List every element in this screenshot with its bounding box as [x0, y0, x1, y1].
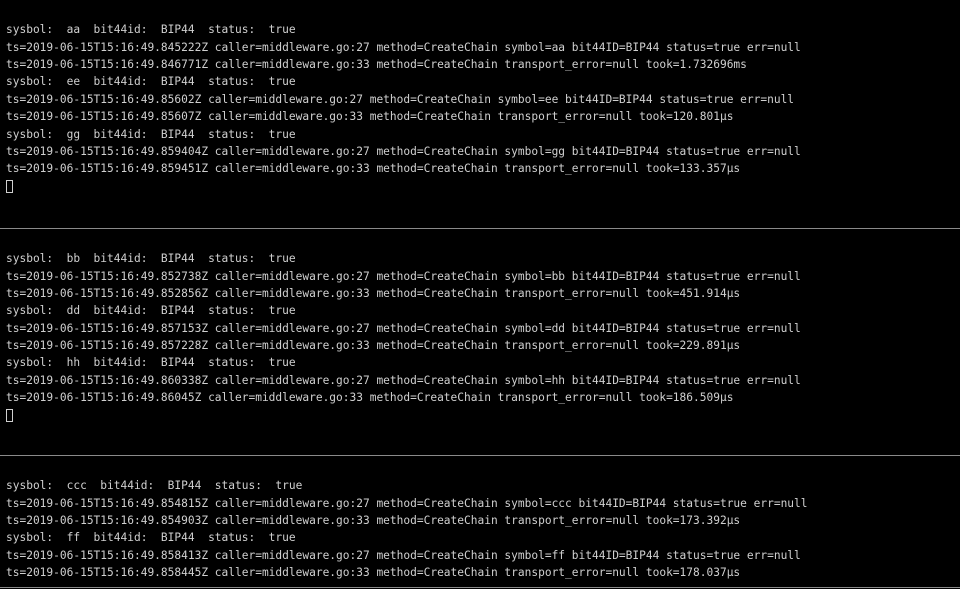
log-line: ts=2019-06-15T15:16:49.857228Z caller=mi…: [6, 339, 740, 352]
pane-gap: [0, 201, 960, 228]
log-line: ts=2019-06-15T15:16:49.860338Z caller=mi…: [6, 374, 801, 387]
terminal-pane-1[interactable]: sysbol: aa bit44id: BIP44 status: true t…: [0, 0, 960, 201]
log-line: ts=2019-06-15T15:16:49.85607Z caller=mid…: [6, 110, 733, 123]
log-line: ts=2019-06-15T15:16:49.854815Z caller=mi…: [6, 497, 808, 510]
log-line: ts=2019-06-15T15:16:49.852856Z caller=mi…: [6, 287, 740, 300]
log-line: sysbol: ee bit44id: BIP44 status: true: [6, 75, 296, 88]
log-line: ts=2019-06-15T15:16:49.854903Z caller=mi…: [6, 514, 740, 527]
log-line: ts=2019-06-15T15:16:49.846771Z caller=mi…: [6, 58, 747, 71]
log-line: ts=2019-06-15T15:16:49.858445Z caller=mi…: [6, 566, 740, 579]
log-line: sysbol: ff bit44id: BIP44 status: true: [6, 531, 296, 544]
log-line: ts=2019-06-15T15:16:49.85602Z caller=mid…: [6, 93, 794, 106]
terminal-pane-2[interactable]: sysbol: bb bit44id: BIP44 status: true t…: [0, 229, 960, 430]
log-line: sysbol: bb bit44id: BIP44 status: true: [6, 252, 296, 265]
pane-gap: [0, 430, 960, 455]
log-line: ts=2019-06-15T15:16:49.858413Z caller=mi…: [6, 549, 801, 562]
log-line: ts=2019-06-15T15:16:49.859451Z caller=mi…: [6, 162, 740, 175]
log-line: sysbol: aa bit44id: BIP44 status: true: [6, 23, 296, 36]
log-line: ts=2019-06-15T15:16:49.845222Z caller=mi…: [6, 41, 801, 54]
terminal-pane-3[interactable]: sysbol: ccc bit44id: BIP44 status: true …: [0, 456, 960, 588]
cursor-icon: [6, 409, 13, 422]
cursor-icon: [6, 180, 13, 193]
log-line: sysbol: ccc bit44id: BIP44 status: true: [6, 479, 302, 492]
log-line: sysbol: hh bit44id: BIP44 status: true: [6, 356, 296, 369]
log-line: ts=2019-06-15T15:16:49.857153Z caller=mi…: [6, 322, 801, 335]
log-line: ts=2019-06-15T15:16:49.852738Z caller=mi…: [6, 270, 801, 283]
log-line: sysbol: gg bit44id: BIP44 status: true: [6, 128, 296, 141]
log-line: ts=2019-06-15T15:16:49.86045Z caller=mid…: [6, 391, 733, 404]
log-line: sysbol: dd bit44id: BIP44 status: true: [6, 304, 296, 317]
log-line: ts=2019-06-15T15:16:49.859404Z caller=mi…: [6, 145, 801, 158]
